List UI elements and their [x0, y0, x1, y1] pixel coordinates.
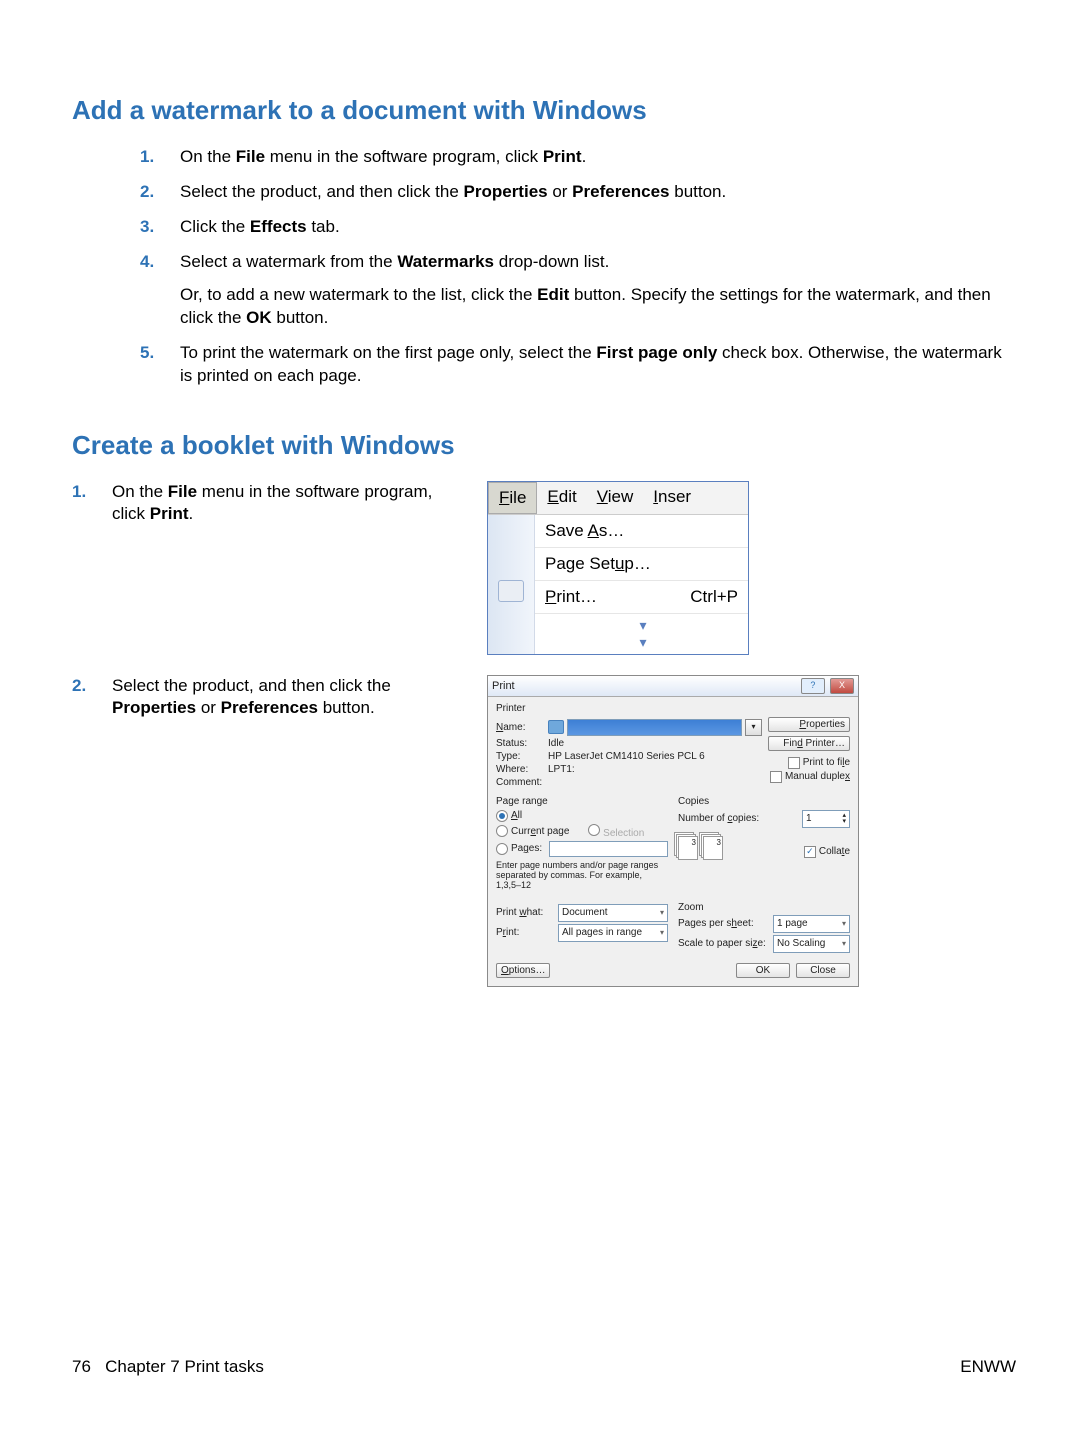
shortcut-text: Ctrl+P — [690, 587, 738, 607]
print-what-label: Print what: — [496, 907, 558, 918]
collate-label: Collate — [819, 846, 850, 857]
ok-button[interactable]: OK — [736, 963, 790, 978]
print-dialog: Print ? X Printer Name:Name: — [487, 675, 859, 987]
step-2: 2. Select the product, and then click th… — [140, 181, 1016, 216]
zoom-legend: Zoom — [678, 902, 850, 913]
pps-select[interactable]: 1 page▾ — [773, 915, 850, 933]
where-value: LPT1: — [548, 764, 575, 775]
printer-name-select[interactable] — [567, 719, 742, 736]
title-help-button[interactable]: ? — [801, 678, 825, 694]
collate-checkbox[interactable] — [804, 846, 816, 858]
step-num: 1. — [140, 146, 154, 169]
step-text: Select a watermark from the Watermarks d… — [180, 252, 609, 271]
dropdown-icon[interactable]: ▾ — [745, 719, 762, 736]
step-subtext: Or, to add a new watermark to the list, … — [180, 284, 1016, 330]
scale-label: Scale to paper size: — [678, 938, 773, 949]
status-value: Idle — [548, 738, 564, 749]
step-text: To print the watermark on the first page… — [180, 343, 1002, 385]
range-pages-label: Pages: — [511, 843, 542, 854]
collate-diagram-icon: 33 — [678, 836, 728, 860]
menu-file[interactable]: FFileile — [488, 482, 537, 514]
menu-expand-icon[interactable]: ▾▾ — [535, 614, 748, 654]
menu-save-as[interactable]: Save As…Save As… — [535, 515, 748, 548]
comment-label: Comment: — [496, 777, 548, 788]
heading-booklet: Create a booklet with Windows — [72, 430, 1016, 461]
where-label: Where: — [496, 764, 548, 775]
heading-watermark: Add a watermark to a document with Windo… — [72, 95, 1016, 126]
file-menu-screenshot: FFileile EditEdit ViewView InserInser Sa… — [487, 481, 749, 655]
menu-page-setup[interactable]: Page Setup…Page Setup… — [535, 548, 748, 581]
step-1: 1. On the File menu in the software prog… — [140, 146, 1016, 181]
copies-number-label: Number of copies: — [678, 813, 802, 824]
name-label: Name: — [496, 722, 548, 733]
close-button[interactable]: Close — [796, 963, 850, 978]
title-close-button[interactable]: X — [830, 678, 854, 694]
step-text: On the File menu in the software program… — [180, 147, 586, 166]
page-range-group: Page range AllAll Current pageCurrent pa… — [496, 796, 668, 890]
print-scope-select[interactable]: All pages in range▾ — [558, 924, 668, 942]
status-label: Status: — [496, 738, 548, 749]
range-current-radio[interactable] — [496, 825, 508, 837]
menu-edit[interactable]: EditEdit — [537, 482, 586, 514]
spinner-icon[interactable]: ▴▾ — [842, 813, 846, 825]
range-all-radio[interactable] — [496, 810, 508, 822]
printer-icon — [498, 580, 524, 602]
range-hint: Enter page numbers and/or page ranges se… — [496, 860, 668, 890]
print-scope-label: Print: — [496, 927, 558, 938]
dialog-title: Print — [492, 680, 515, 692]
footer-left: 76 Chapter 7 Print tasks — [72, 1357, 264, 1377]
menu-insert[interactable]: InserInser — [643, 482, 701, 514]
find-printer-button[interactable]: Find Printer…Find Printer… — [768, 736, 850, 751]
properties-button[interactable]: PropertiesProperties — [768, 717, 850, 732]
booklet-step-2: 2. Select the product, and then click th… — [72, 675, 467, 721]
print-what-select[interactable]: Document▾ — [558, 904, 668, 922]
type-label: Type: — [496, 751, 548, 762]
range-all-label: All — [511, 810, 522, 821]
print-to-file-label: Print to file — [803, 757, 850, 768]
step-3: 3. Click the Effects tab. — [140, 216, 1016, 251]
range-selection-label: Selection — [603, 828, 644, 839]
pages-input[interactable] — [549, 841, 668, 857]
print-to-file-checkbox[interactable] — [788, 757, 800, 769]
step-text: On the File menu in the software program… — [112, 482, 432, 524]
range-selection-radio — [588, 824, 600, 836]
pps-label: Pages per sheet: — [678, 918, 773, 929]
step-num: 1. — [72, 481, 86, 504]
booklet-step-1: 1. On the File menu in the software prog… — [72, 481, 467, 527]
manual-duplex-checkbox[interactable] — [770, 771, 782, 783]
copies-legend: Copies — [678, 796, 850, 807]
range-pages-radio[interactable] — [496, 843, 508, 855]
footer-right: ENWW — [960, 1357, 1016, 1377]
menu-print[interactable]: Print… Ctrl+P Print… — [535, 581, 748, 614]
page-range-legend: Page range — [496, 796, 668, 807]
step-text: Click the Effects tab. — [180, 217, 340, 236]
watermark-steps: 1. On the File menu in the software prog… — [140, 146, 1016, 400]
copies-group: Copies Number of copies:Number of copies… — [678, 796, 850, 890]
type-value: HP LaserJet CM1410 Series PCL 6 — [548, 751, 705, 762]
copies-number-input[interactable]: 1▴▾ — [802, 810, 850, 828]
printer-legend: Printer — [496, 703, 850, 714]
options-button[interactable]: Options…Options… — [496, 963, 550, 978]
printer-group: Printer Name:Name: ▾ Status:Idle Type:HP… — [496, 703, 850, 790]
printer-device-icon — [548, 720, 564, 734]
step-text: Select the product, and then click the P… — [112, 676, 391, 718]
step-4: 4. Select a watermark from the Watermark… — [140, 251, 1016, 342]
step-5: 5. To print the watermark on the first p… — [140, 342, 1016, 400]
scale-select[interactable]: No Scaling▾ — [773, 935, 850, 953]
step-text: Select the product, and then click the P… — [180, 182, 726, 201]
step-num: 4. — [140, 251, 154, 274]
step-num: 5. — [140, 342, 154, 365]
menu-view[interactable]: ViewView — [587, 482, 644, 514]
step-num: 2. — [72, 675, 86, 698]
step-num: 3. — [140, 216, 154, 239]
manual-duplex-label: Manual duplex — [785, 771, 850, 782]
step-num: 2. — [140, 181, 154, 204]
range-current-label: Current page — [511, 826, 569, 837]
